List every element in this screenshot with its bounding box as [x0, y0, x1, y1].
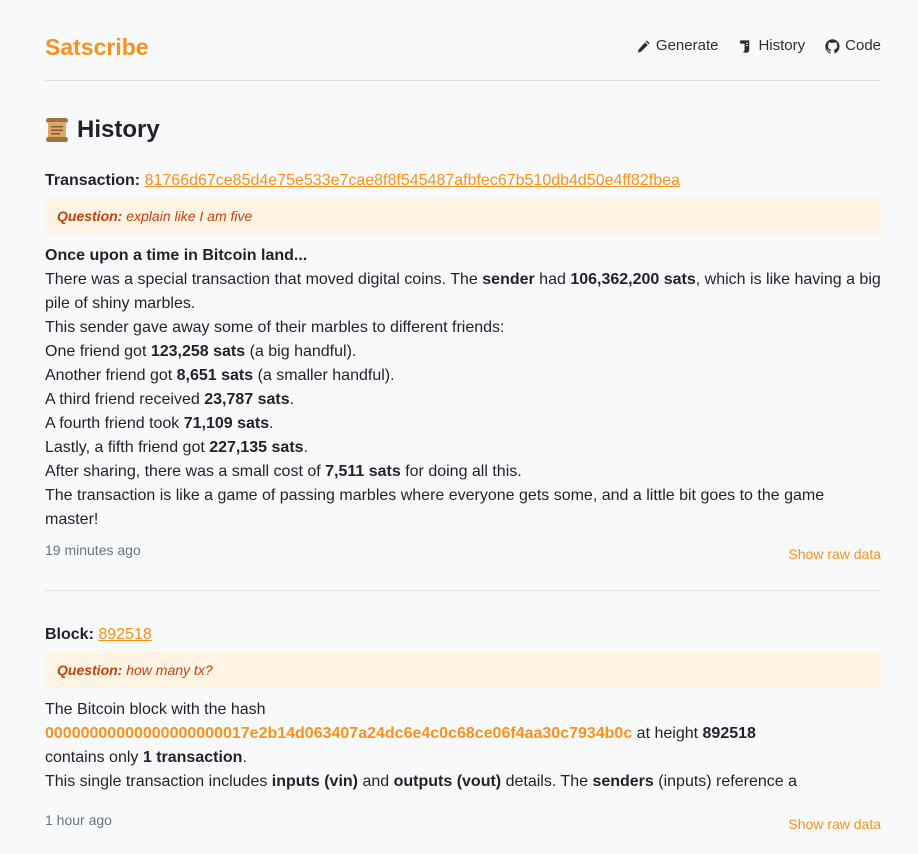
entry-meta: 1 hour ago Show raw data	[45, 810, 881, 834]
answer-line: contains only 1 transaction.	[45, 749, 247, 766]
github-icon	[825, 38, 840, 54]
main-nav: Generate History Code	[636, 35, 881, 57]
question-label: Question:	[57, 662, 123, 678]
question-text: how many tx?	[126, 662, 213, 678]
top-header: Satscribe Generate History Code	[45, 31, 881, 81]
nav-code[interactable]: Code	[825, 35, 881, 57]
question-box: Question: how many tx?	[45, 652, 881, 688]
answer-line: A third friend received 23,787 sats.	[45, 391, 295, 408]
answer-line: Another friend got 8,651 sats (a smaller…	[45, 367, 395, 384]
app-container: Satscribe Generate History Code History …	[0, 0, 918, 854]
entry-answer: Once upon a time in Bitcoin land... Ther…	[45, 244, 881, 532]
entry-type-label: Transaction:	[45, 172, 141, 189]
block-hash: 00000000000000000000017e2b14d063407a24dc…	[45, 725, 633, 742]
entry-header: Transaction: 81766d67ce85d4e75e533e7cae8…	[45, 170, 881, 192]
history-entry: Transaction: 81766d67ce85d4e75e533e7cae8…	[45, 170, 881, 532]
answer-line: This single transaction includes inputs …	[45, 773, 797, 790]
question-label: Question:	[57, 208, 123, 224]
entry-answer: The Bitcoin block with the hash 00000000…	[45, 698, 881, 794]
answer-line: After sharing, there was a small cost of…	[45, 463, 522, 480]
show-raw-data-link[interactable]: Show raw data	[788, 814, 881, 834]
nav-history-label: History	[758, 37, 806, 54]
scroll-icon	[738, 39, 753, 54]
nav-generate-label: Generate	[655, 37, 719, 54]
answer-heading: Once upon a time in Bitcoin land...	[45, 247, 308, 264]
entry-divider	[45, 590, 881, 591]
nav-generate[interactable]: Generate	[636, 35, 719, 57]
answer-line: Lastly, a fifth friend got 227,135 sats.	[45, 439, 308, 456]
answer-line: There was a special transaction that mov…	[45, 271, 881, 312]
question-text: explain like I am five	[126, 208, 253, 224]
answer-line: 00000000000000000000017e2b14d063407a24dc…	[45, 725, 756, 742]
transaction-id-link[interactable]: 81766d67ce85d4e75e533e7cae8f8f545487afbf…	[145, 172, 680, 189]
block-height-link[interactable]: 892518	[98, 626, 151, 643]
timestamp: 19 minutes ago	[45, 542, 141, 558]
answer-line: A fourth friend took 71,109 sats.	[45, 415, 274, 432]
answer-line: One friend got 123,258 sats (a big handf…	[45, 343, 357, 360]
question-box: Question: explain like I am five	[45, 198, 881, 234]
pencil-icon	[636, 39, 651, 54]
history-entry: Block: 892518 Question: how many tx? The…	[45, 624, 881, 794]
entry-meta: 19 minutes ago Show raw data	[45, 540, 881, 564]
answer-line: The Bitcoin block with the hash	[45, 701, 266, 718]
entry-header: Block: 892518	[45, 624, 881, 646]
brand-logo-link[interactable]: Satscribe	[45, 33, 149, 61]
answer-line: The transaction is like a game of passin…	[45, 487, 825, 528]
show-raw-data-link[interactable]: Show raw data	[788, 544, 881, 564]
answer-line: This sender gave away some of their marb…	[45, 319, 505, 336]
scroll-icon	[45, 117, 69, 143]
page-title-text: History	[77, 116, 160, 143]
timestamp: 1 hour ago	[45, 812, 112, 828]
entry-type-label: Block:	[45, 626, 94, 643]
nav-history[interactable]: History	[738, 35, 805, 57]
nav-code-label: Code	[845, 37, 881, 54]
page-title: History	[45, 115, 160, 145]
